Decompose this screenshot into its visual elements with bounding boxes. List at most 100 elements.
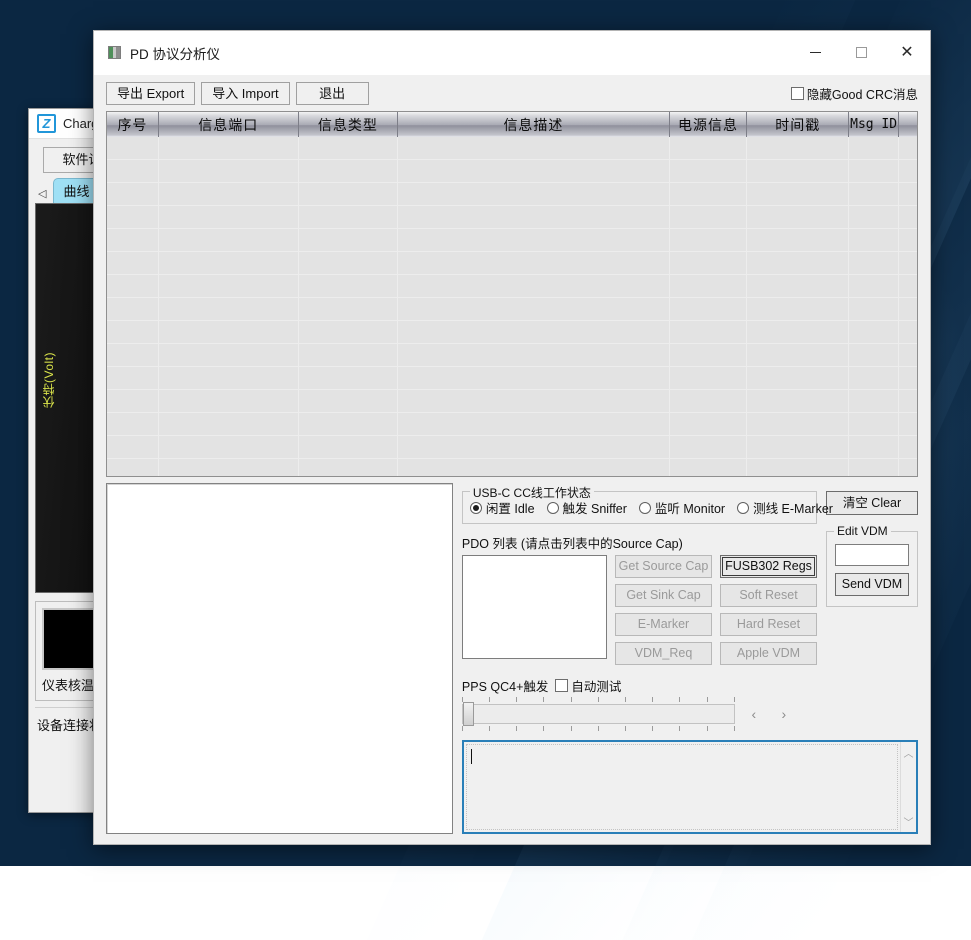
slider-tick: [679, 697, 680, 702]
table-column-header-2[interactable]: 信息端口: [159, 112, 299, 137]
pps-trigger-label: PPS QC4+触发: [462, 676, 549, 695]
table-cell: [747, 206, 849, 228]
slider-tick: [625, 726, 626, 731]
cc-mode-radio-3[interactable]: 监听 Monitor: [639, 498, 725, 517]
table-cell: [899, 137, 917, 159]
import-button[interactable]: 导入 Import: [201, 82, 289, 105]
table-cell: [299, 206, 399, 228]
clear-button[interactable]: 清空 Clear: [826, 491, 918, 515]
table-cell: [849, 206, 899, 228]
table-cell: [849, 183, 899, 205]
table-cell: [107, 137, 159, 159]
slider-track[interactable]: [462, 704, 735, 724]
command-button-fusb302-regs[interactable]: FUSB302 Regs: [720, 555, 817, 578]
table-row[interactable]: [107, 344, 917, 367]
table-row[interactable]: [107, 321, 917, 344]
slider-thumb[interactable]: [463, 702, 474, 726]
table-column-header-3[interactable]: 信息类型: [299, 112, 399, 137]
pd-analyzer-window[interactable]: PD 协议分析仪 ✕ 导出 Export 导入 Import 退出 隐藏Good…: [93, 30, 931, 845]
table-row[interactable]: [107, 252, 917, 275]
scroll-down-icon[interactable]: ﹀: [904, 814, 914, 829]
auto-test-checkbox[interactable]: 自动测试: [555, 676, 621, 695]
table-column-header-4[interactable]: 信息描述: [398, 112, 669, 137]
log-textarea-inner[interactable]: [466, 744, 898, 830]
table-cell: [849, 367, 899, 389]
table-row[interactable]: [107, 367, 917, 390]
command-button-get-source-cap: Get Source Cap: [615, 555, 712, 578]
table-header-row: 序号信息端口信息类型信息描述电源信息时间戳Msg ID: [107, 112, 917, 137]
table-column-header-7[interactable]: Msg ID: [849, 112, 899, 137]
exit-button[interactable]: 退出: [296, 82, 369, 105]
table-cell: [747, 344, 849, 366]
table-cell: [899, 298, 917, 320]
table-cell: [398, 275, 669, 297]
minimize-button[interactable]: [792, 31, 838, 74]
checkbox-box-icon: [555, 679, 568, 692]
table-row[interactable]: [107, 137, 917, 160]
table-row[interactable]: [107, 275, 917, 298]
slider-prev-button[interactable]: ‹: [743, 706, 765, 722]
pps-slider[interactable]: [462, 697, 735, 731]
table-row[interactable]: [107, 160, 917, 183]
table-cell: [747, 321, 849, 343]
table-cell: [159, 298, 299, 320]
log-textarea[interactable]: ︿ ﹀: [462, 740, 918, 834]
table-row[interactable]: [107, 390, 917, 413]
export-button[interactable]: 导出 Export: [106, 82, 195, 105]
message-table[interactable]: 序号信息端口信息类型信息描述电源信息时间戳Msg ID: [106, 111, 918, 477]
table-cell: [849, 321, 899, 343]
edit-vdm-group: Edit VDM Send VDM: [826, 531, 918, 607]
table-row[interactable]: [107, 459, 917, 476]
right-action-column: 清空 Clear Edit VDM Send VDM: [826, 483, 918, 731]
table-cell: [899, 413, 917, 435]
table-column-header-6[interactable]: 时间戳: [747, 112, 849, 137]
table-cell: [747, 275, 849, 297]
scroll-up-icon[interactable]: ︿: [904, 745, 914, 760]
table-cell: [899, 321, 917, 343]
table-row[interactable]: [107, 413, 917, 436]
table-row[interactable]: [107, 436, 917, 459]
table-row[interactable]: [107, 229, 917, 252]
table-row[interactable]: [107, 298, 917, 321]
table-row[interactable]: [107, 183, 917, 206]
table-cell: [670, 298, 748, 320]
table-cell: [899, 459, 917, 476]
table-cell: [849, 252, 899, 274]
chart-y-axis-label: 伏特(Volt): [40, 352, 57, 408]
table-body[interactable]: [107, 137, 917, 476]
pdo-list-label: PDO 列表 (请点击列表中的Source Cap): [462, 524, 817, 555]
close-icon: ✕: [900, 45, 913, 61]
table-cell: [899, 390, 917, 412]
table-cell: [299, 390, 399, 412]
table-cell: [107, 344, 159, 366]
table-cell: [398, 229, 669, 251]
table-cell: [159, 321, 299, 343]
window-titlebar[interactable]: PD 协议分析仪 ✕: [94, 31, 930, 75]
log-scrollbar[interactable]: ︿ ﹀: [900, 742, 916, 832]
table-row[interactable]: [107, 206, 917, 229]
vdm-input[interactable]: [835, 544, 909, 566]
close-button[interactable]: ✕: [884, 31, 930, 74]
slider-tick: [516, 697, 517, 702]
send-vdm-button[interactable]: Send VDM: [835, 573, 909, 596]
table-cell: [159, 390, 299, 412]
table-cell: [299, 367, 399, 389]
cc-mode-radio-4[interactable]: 测线 E-Marker: [737, 498, 833, 517]
decoded-detail-panel[interactable]: [106, 483, 453, 834]
table-column-header-8[interactable]: [899, 112, 917, 137]
table-column-header-5[interactable]: 电源信息: [670, 112, 748, 137]
table-column-header-1[interactable]: 序号: [107, 112, 159, 137]
tab-scroll-left-icon[interactable]: ◁: [35, 187, 51, 203]
maximize-button[interactable]: [838, 31, 884, 74]
table-cell: [670, 344, 748, 366]
table-cell: [159, 413, 299, 435]
hide-good-crc-checkbox[interactable]: 隐藏Good CRC消息: [791, 84, 920, 103]
command-button-get-sink-cap: Get Sink Cap: [615, 584, 712, 607]
table-cell: [849, 137, 899, 159]
pdo-list[interactable]: [462, 555, 607, 659]
slider-tick: [571, 697, 572, 702]
table-cell: [747, 160, 849, 182]
table-cell: [398, 137, 669, 159]
table-cell: [107, 160, 159, 182]
slider-next-button[interactable]: ›: [773, 706, 795, 722]
